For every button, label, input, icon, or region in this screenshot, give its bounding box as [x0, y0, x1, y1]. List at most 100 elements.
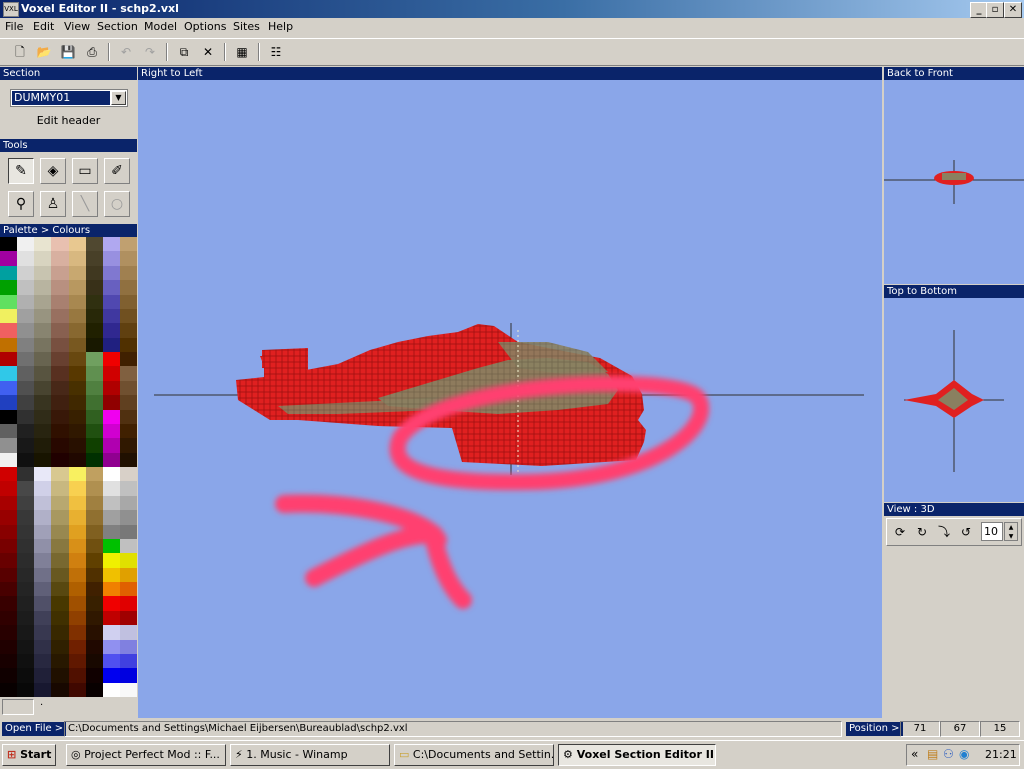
spin-down-icon[interactable]: ⤵ — [934, 522, 954, 542]
palette-swatch[interactable] — [34, 582, 52, 597]
palette-swatch[interactable] — [102, 409, 120, 424]
palette-swatch[interactable] — [119, 423, 137, 439]
palette-swatch[interactable] — [85, 280, 103, 295]
save-as-icon[interactable]: ⎙ — [82, 42, 102, 62]
palette-swatch[interactable] — [34, 567, 52, 582]
palette-swatch[interactable] — [17, 452, 35, 467]
palette-swatch[interactable] — [0, 452, 18, 467]
palette-swatch[interactable] — [102, 567, 120, 582]
palette-swatch[interactable] — [34, 280, 52, 295]
palette-swatch[interactable] — [119, 495, 137, 511]
palette-swatch[interactable] — [17, 582, 35, 597]
palette-swatch[interactable] — [34, 423, 52, 439]
palette-swatch[interactable] — [0, 366, 18, 381]
palette-swatch[interactable] — [17, 567, 35, 582]
palette-swatch[interactable] — [51, 567, 69, 582]
palette-swatch[interactable] — [102, 467, 120, 482]
palette-swatch[interactable] — [0, 495, 18, 511]
palette-swatch[interactable] — [85, 323, 103, 338]
palette-swatch[interactable] — [17, 423, 35, 439]
task-winamp[interactable]: ⚡ 1. Music - Winamp — [230, 744, 390, 766]
title-bar[interactable]: VXL Voxel Editor II - schp2.vxl _ ▫ ✕ — [0, 0, 1024, 18]
rotate-icon[interactable]: ⟳ — [890, 522, 910, 542]
palette-swatch[interactable] — [102, 582, 120, 597]
palette-swatch[interactable] — [0, 596, 18, 611]
menu-help[interactable]: Help — [268, 20, 293, 33]
palette-swatch[interactable] — [68, 308, 86, 324]
palette-swatch[interactable] — [68, 337, 86, 352]
chevron-down-icon[interactable]: ▼ — [111, 91, 126, 105]
palette-swatch[interactable] — [85, 538, 103, 554]
palette-swatch[interactable] — [17, 352, 35, 367]
palette-swatch[interactable] — [68, 366, 86, 381]
palette-swatch[interactable] — [102, 294, 120, 309]
palette-swatch[interactable] — [68, 423, 86, 439]
palette-swatch[interactable] — [85, 237, 103, 252]
fill-tool[interactable]: ◈ — [40, 158, 66, 184]
palette-swatch[interactable] — [102, 668, 120, 683]
palette-swatch[interactable] — [51, 237, 69, 252]
palette-swatch[interactable] — [0, 625, 18, 640]
palette-swatch[interactable] — [102, 495, 120, 511]
palette-swatch[interactable] — [34, 438, 52, 453]
palette-swatch[interactable] — [34, 639, 52, 654]
back-to-front-view[interactable] — [884, 80, 1024, 284]
palette-swatch[interactable] — [34, 265, 52, 281]
main-viewport[interactable]: Right to Left — [138, 67, 882, 718]
section-dropdown[interactable]: DUMMY01 ▼ — [10, 89, 128, 107]
palette-swatch[interactable] — [0, 395, 18, 410]
palette-swatch[interactable] — [102, 352, 120, 367]
palette-swatch[interactable] — [51, 409, 69, 424]
palette-swatch[interactable] — [119, 625, 137, 640]
palette-swatch[interactable] — [17, 323, 35, 338]
voxel-canvas[interactable] — [138, 80, 882, 718]
pencil-tool[interactable]: ✎ — [8, 158, 34, 184]
palette-swatch[interactable] — [102, 510, 120, 525]
palette-swatch[interactable] — [68, 452, 86, 467]
palette-swatch[interactable] — [102, 366, 120, 381]
palette-swatch[interactable] — [68, 639, 86, 654]
palette-swatch[interactable] — [119, 682, 137, 697]
palette-swatch[interactable] — [51, 639, 69, 654]
palette-swatch[interactable] — [51, 467, 69, 482]
tray-expand-chevron[interactable]: « — [911, 747, 918, 761]
close-button[interactable]: ✕ — [1004, 2, 1022, 18]
palette-swatch[interactable] — [51, 510, 69, 525]
palette-swatch[interactable] — [0, 582, 18, 597]
palette-swatch[interactable] — [51, 352, 69, 367]
palette-swatch[interactable] — [51, 294, 69, 309]
palette-swatch[interactable] — [34, 452, 52, 467]
palette-swatch[interactable] — [17, 553, 35, 568]
palette-swatch[interactable] — [119, 567, 137, 582]
palette-swatch[interactable] — [102, 452, 120, 467]
palette-swatch[interactable] — [34, 481, 52, 496]
palette-swatch[interactable] — [68, 265, 86, 281]
palette-swatch[interactable] — [119, 265, 137, 281]
palette-swatch[interactable] — [68, 438, 86, 453]
palette-swatch[interactable] — [102, 237, 120, 252]
palette-swatch[interactable] — [17, 265, 35, 281]
palette-swatch[interactable] — [102, 596, 120, 611]
palette-swatch[interactable] — [17, 653, 35, 669]
palette-swatch[interactable] — [0, 337, 18, 352]
palette-swatch[interactable] — [68, 352, 86, 367]
palette-swatch[interactable] — [102, 538, 120, 554]
palette-swatch[interactable] — [51, 653, 69, 669]
properties-icon[interactable]: ☷ — [266, 42, 286, 62]
palette-swatch[interactable] — [0, 481, 18, 496]
palette-swatch[interactable] — [34, 366, 52, 381]
menu-file[interactable]: File — [5, 20, 23, 33]
palette-swatch[interactable] — [51, 481, 69, 496]
palette-swatch[interactable] — [85, 610, 103, 626]
palette-swatch[interactable] — [17, 438, 35, 453]
palette-swatch[interactable] — [102, 337, 120, 352]
palette-swatch[interactable] — [119, 395, 137, 410]
palette-swatch[interactable] — [51, 380, 69, 396]
palette-swatch[interactable] — [51, 495, 69, 511]
palette-swatch[interactable] — [0, 380, 18, 396]
palette-swatch[interactable] — [0, 682, 18, 697]
zoom-field[interactable]: 10 — [981, 522, 1003, 541]
palette-swatch[interactable] — [51, 395, 69, 410]
palette-swatch[interactable] — [85, 467, 103, 482]
palette-swatch[interactable] — [119, 467, 137, 482]
